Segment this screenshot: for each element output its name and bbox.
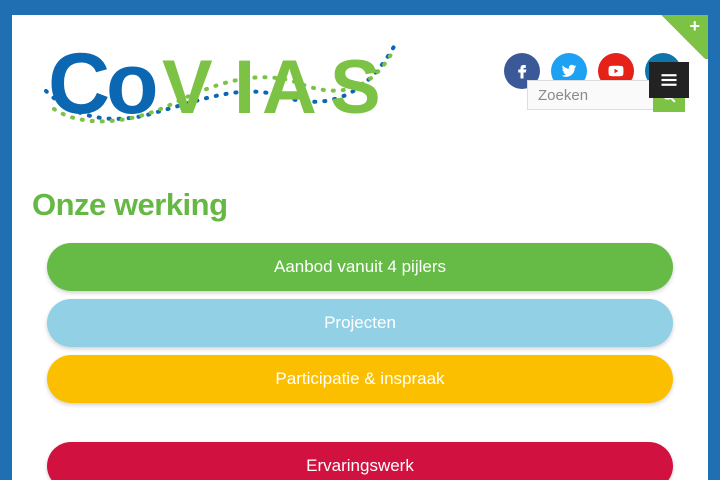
site-logo[interactable]: C o V I A S	[44, 39, 396, 125]
search-input[interactable]	[527, 80, 653, 110]
button-label: Participatie & inspraak	[275, 369, 445, 388]
youtube-icon	[608, 65, 624, 77]
plus-icon[interactable]: +	[689, 17, 700, 35]
twitter-icon	[561, 64, 577, 77]
menu-button[interactable]	[649, 62, 689, 98]
participatie-button[interactable]: Participatie & inspraak	[47, 355, 673, 403]
button-label: Aanbod vanuit 4 pijlers	[273, 257, 446, 276]
button-label: Ervaringswerk	[306, 456, 414, 475]
ervaringswerk-button[interactable]: Ervaringswerk	[47, 442, 673, 480]
page-container: + C o V I A S Zoeken Onze werking Aanbod…	[12, 15, 708, 480]
projecten-button[interactable]: Projecten	[47, 299, 673, 347]
svg-text:A: A	[262, 45, 317, 125]
facebook-icon	[518, 65, 527, 79]
svg-text:I: I	[234, 45, 255, 125]
svg-text:V: V	[162, 45, 213, 125]
svg-text:S: S	[330, 45, 381, 125]
aanbod-button[interactable]: Aanbod vanuit 4 pijlers	[47, 243, 673, 291]
page-title: Onze werking	[32, 187, 228, 222]
hamburger-icon	[661, 74, 677, 86]
logo-graphic: C o V I A S	[44, 39, 396, 125]
svg-text:o: o	[106, 39, 159, 125]
svg-text:C: C	[48, 39, 110, 125]
button-label: Projecten	[324, 313, 396, 332]
